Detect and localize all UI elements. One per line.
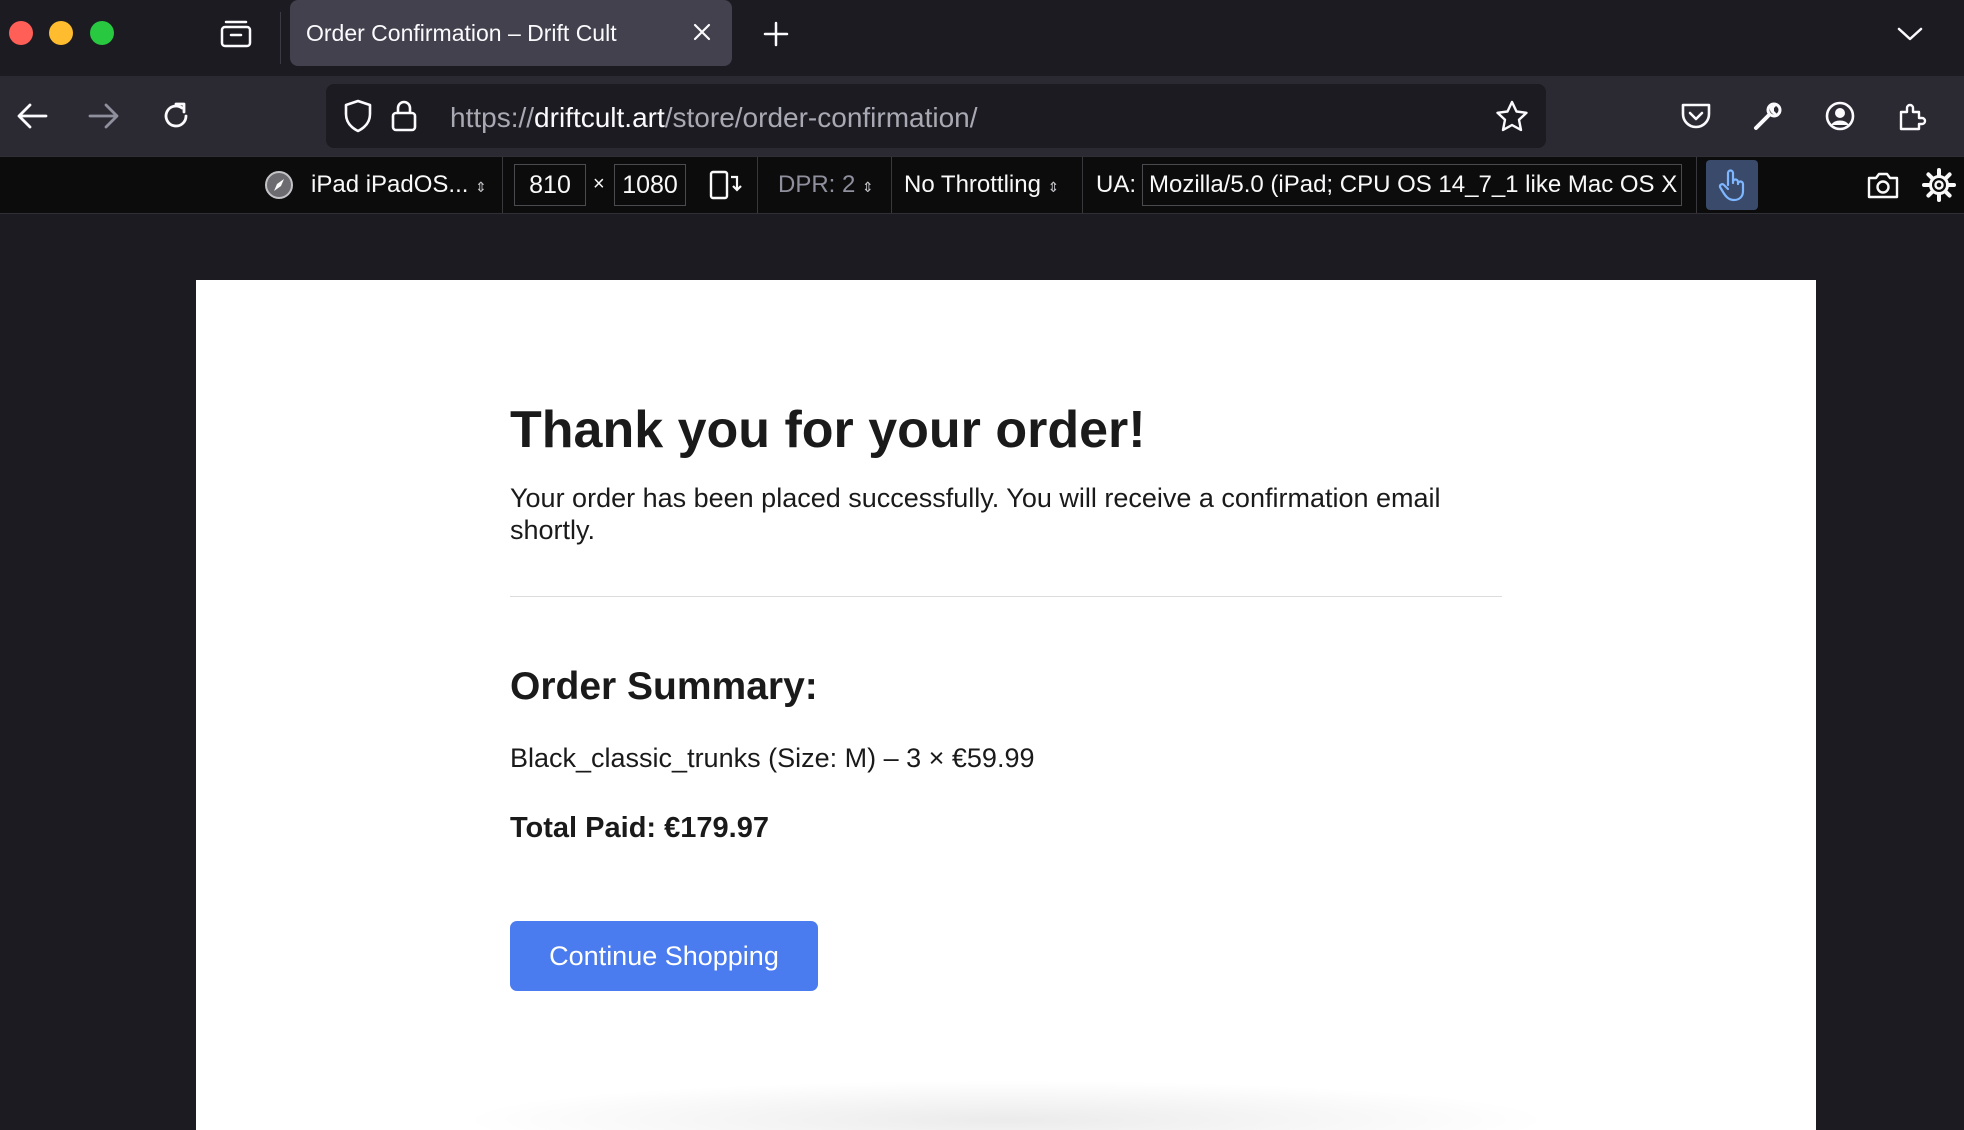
url-bar[interactable]: https://driftcult.art/store/order-confir… [326,84,1546,148]
pocket-button[interactable] [1674,94,1718,138]
toolbar-separator [1696,157,1697,213]
footer-shadow [456,1080,1556,1130]
updown-icon: ⇕ [1047,179,1060,195]
tab-order-confirmation[interactable]: Order Confirmation – Drift Cult [290,0,732,66]
new-tab-button[interactable] [758,16,794,52]
tab-divider [280,12,281,64]
arrow-left-icon [17,103,48,129]
order-confirmation-content: Thank you for your order! Your order has… [510,398,1502,991]
hand-pointer-icon [1718,169,1745,202]
dpr-selector[interactable]: DPR: 2 ⇕ [778,171,874,199]
tab-close-button[interactable] [686,16,718,48]
forward-button[interactable] [82,94,126,138]
account-icon [1825,101,1855,131]
order-summary-heading: Order Summary: [510,665,818,708]
toolbar-separator [1082,157,1083,213]
pocket-icon [1681,103,1711,129]
puzzle-icon [1899,103,1927,131]
site-security-button[interactable] [386,98,422,134]
tab-title: Order Confirmation – Drift Cult [306,20,617,46]
star-icon [1496,100,1528,132]
arrow-right-icon [88,103,119,129]
rotate-device-icon[interactable] [708,169,742,201]
device-selector[interactable]: iPad iPadOS... ⇕ [311,171,487,199]
throttling-label: No Throttling [904,171,1041,198]
emulated-viewport: Thank you for your order! Your order has… [196,280,1816,1130]
url-host: driftcult.art [534,102,665,133]
dimension-separator: × [593,173,605,195]
window-maximize-button[interactable] [90,21,114,45]
url-path: /store/order-confirmation/ [664,102,978,133]
throttling-selector[interactable]: No Throttling ⇕ [904,171,1059,199]
window-minimize-button[interactable] [49,21,73,45]
toolbar-separator [502,157,503,213]
back-button[interactable] [10,94,54,138]
camera-icon[interactable] [1866,170,1900,200]
updown-icon: ⇕ [475,179,487,195]
window-close-button[interactable] [9,21,33,45]
page-title: Thank you for your order! [510,401,1146,459]
user-agent-input[interactable]: Mozilla/5.0 (iPad; CPU OS 14_7_1 like Ma… [1142,164,1682,206]
navigation-toolbar: https://driftcult.art/store/order-confir… [0,76,1964,156]
tab-overview-button[interactable] [216,16,256,52]
continue-shopping-button[interactable]: Continue Shopping [510,921,818,991]
plus-icon [763,21,789,47]
toolbar-separator [891,157,892,213]
shield-icon [344,99,372,133]
total-paid: Total Paid: €179.97 [510,812,769,844]
viewport-width-input[interactable]: 810 [514,164,586,206]
updown-icon: ⇕ [862,179,874,195]
close-icon [693,23,711,41]
reload-icon [164,102,188,128]
wrench-icon [1754,102,1782,130]
gear-icon[interactable] [1922,168,1956,202]
user-agent-label: UA: [1096,171,1137,198]
tracking-protection-button[interactable] [340,98,376,134]
chevron-down-icon [1897,27,1923,41]
toolbar-separator [757,157,758,213]
compass-icon [265,171,293,199]
touch-simulation-button[interactable] [1706,160,1758,210]
url-scheme: https:// [450,102,535,133]
device-selector-label: iPad iPadOS... [311,171,469,198]
tab-overview-icon [220,20,252,48]
extensions-button[interactable] [1890,94,1934,138]
order-item: Black_classic_trunks (Size: M) – 3 × €59… [510,743,1035,773]
confirmation-message: Your order has been placed successfully.… [510,483,1441,545]
developer-tools-button[interactable] [1746,94,1790,138]
section-divider [510,596,1502,597]
tab-strip: Order Confirmation – Drift Cult [0,0,1964,76]
list-all-tabs-button[interactable] [1892,16,1928,52]
url-text[interactable]: https://driftcult.art/store/order-confir… [450,102,978,134]
viewport-height-input[interactable]: 1080 [614,164,686,206]
reload-button[interactable] [154,94,198,138]
bookmark-button[interactable] [1492,96,1532,136]
lock-icon [391,100,417,132]
responsive-design-toolbar: iPad iPadOS... ⇕ 810 × 1080 DPR: 2 ⇕ No … [0,156,1964,214]
dpr-label: DPR: 2 [778,171,856,198]
account-button[interactable] [1818,94,1862,138]
